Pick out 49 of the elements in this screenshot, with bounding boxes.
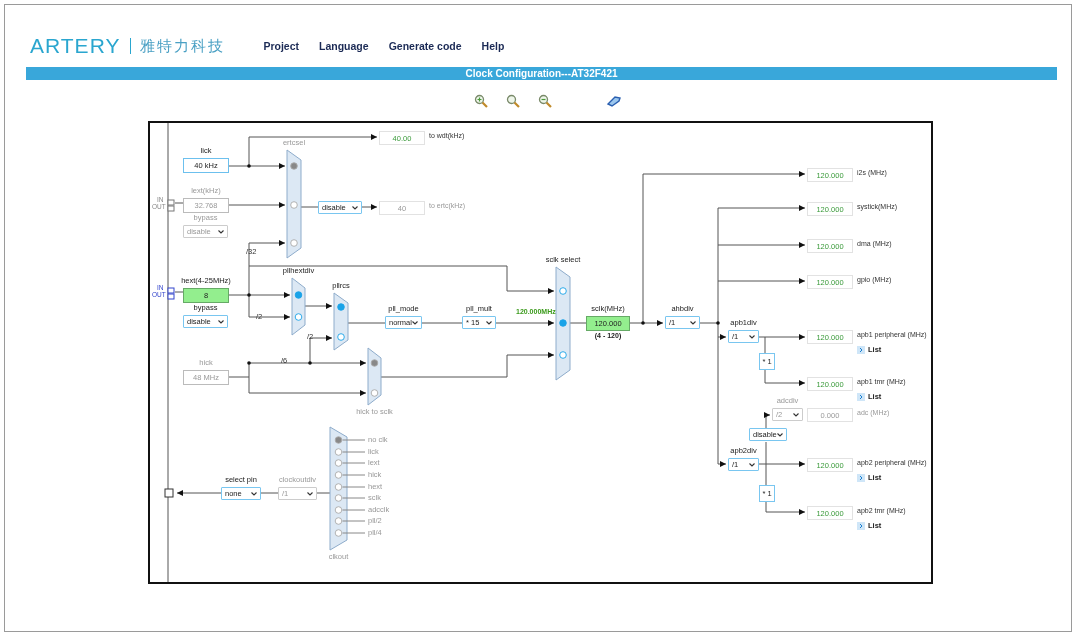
- chevron-down-icon: [690, 320, 696, 325]
- mux-input-radio[interactable]: [370, 389, 379, 397]
- mux-input-radio[interactable]: [290, 201, 298, 209]
- chevron-down-icon: [793, 412, 799, 417]
- chevron-down-icon: [218, 229, 224, 234]
- chevron-down-icon: [251, 491, 257, 496]
- brand-logo: ARTERY: [30, 34, 121, 58]
- mux-input-radio[interactable]: [334, 483, 343, 491]
- mux-input-radio[interactable]: [334, 517, 343, 525]
- expand-icon[interactable]: [857, 473, 865, 482]
- expand-icon[interactable]: [857, 345, 865, 354]
- eraser-icon[interactable]: [606, 94, 622, 107]
- menu-item[interactable]: Language: [319, 40, 369, 52]
- magnifier-icon[interactable]: [506, 93, 520, 108]
- magnifier-icon[interactable]: [474, 93, 488, 108]
- chevron-down-icon: [218, 319, 224, 324]
- chevron-down-icon: [749, 334, 755, 339]
- mux-input-radio[interactable]: [370, 359, 379, 367]
- mux-input-radio[interactable]: [290, 162, 298, 170]
- chevron-down-icon: [307, 491, 313, 496]
- mux-input-radio[interactable]: [294, 291, 303, 299]
- page-title: Clock Configuration---AT32F421: [465, 68, 618, 79]
- mux-input-radio[interactable]: [334, 506, 343, 514]
- magnifier-icon[interactable]: [538, 93, 552, 108]
- mux-input-radio[interactable]: [337, 333, 345, 341]
- mux-input-radio[interactable]: [290, 239, 298, 247]
- mux-input-radio[interactable]: [294, 313, 303, 321]
- menu-item[interactable]: Help: [481, 40, 505, 52]
- mux-input-radio[interactable]: [337, 303, 345, 311]
- chevron-down-icon: [352, 205, 358, 210]
- output-pin: [164, 488, 174, 498]
- mux-input-radio[interactable]: [334, 529, 343, 537]
- chevron-down-icon: [777, 432, 783, 437]
- chevron-down-icon: [412, 320, 418, 325]
- expand-icon[interactable]: [857, 521, 865, 530]
- mux-input-radio[interactable]: [334, 471, 343, 479]
- company-name: 雅特力科技: [140, 36, 226, 56]
- mux-input-radio[interactable]: [559, 319, 567, 327]
- expand-icon[interactable]: [857, 392, 865, 401]
- mux-input-radio[interactable]: [559, 351, 567, 359]
- mux-input-radio[interactable]: [559, 287, 567, 295]
- menu-item[interactable]: Project: [263, 40, 300, 52]
- mux-input-radio[interactable]: [334, 436, 343, 444]
- mux-input-radio[interactable]: [334, 494, 343, 502]
- chevron-down-icon: [749, 462, 755, 467]
- menu-item[interactable]: Generate code: [388, 40, 462, 52]
- mux-input-radio[interactable]: [334, 459, 343, 467]
- mux-input-radio[interactable]: [334, 448, 343, 456]
- chevron-down-icon: [486, 320, 492, 325]
